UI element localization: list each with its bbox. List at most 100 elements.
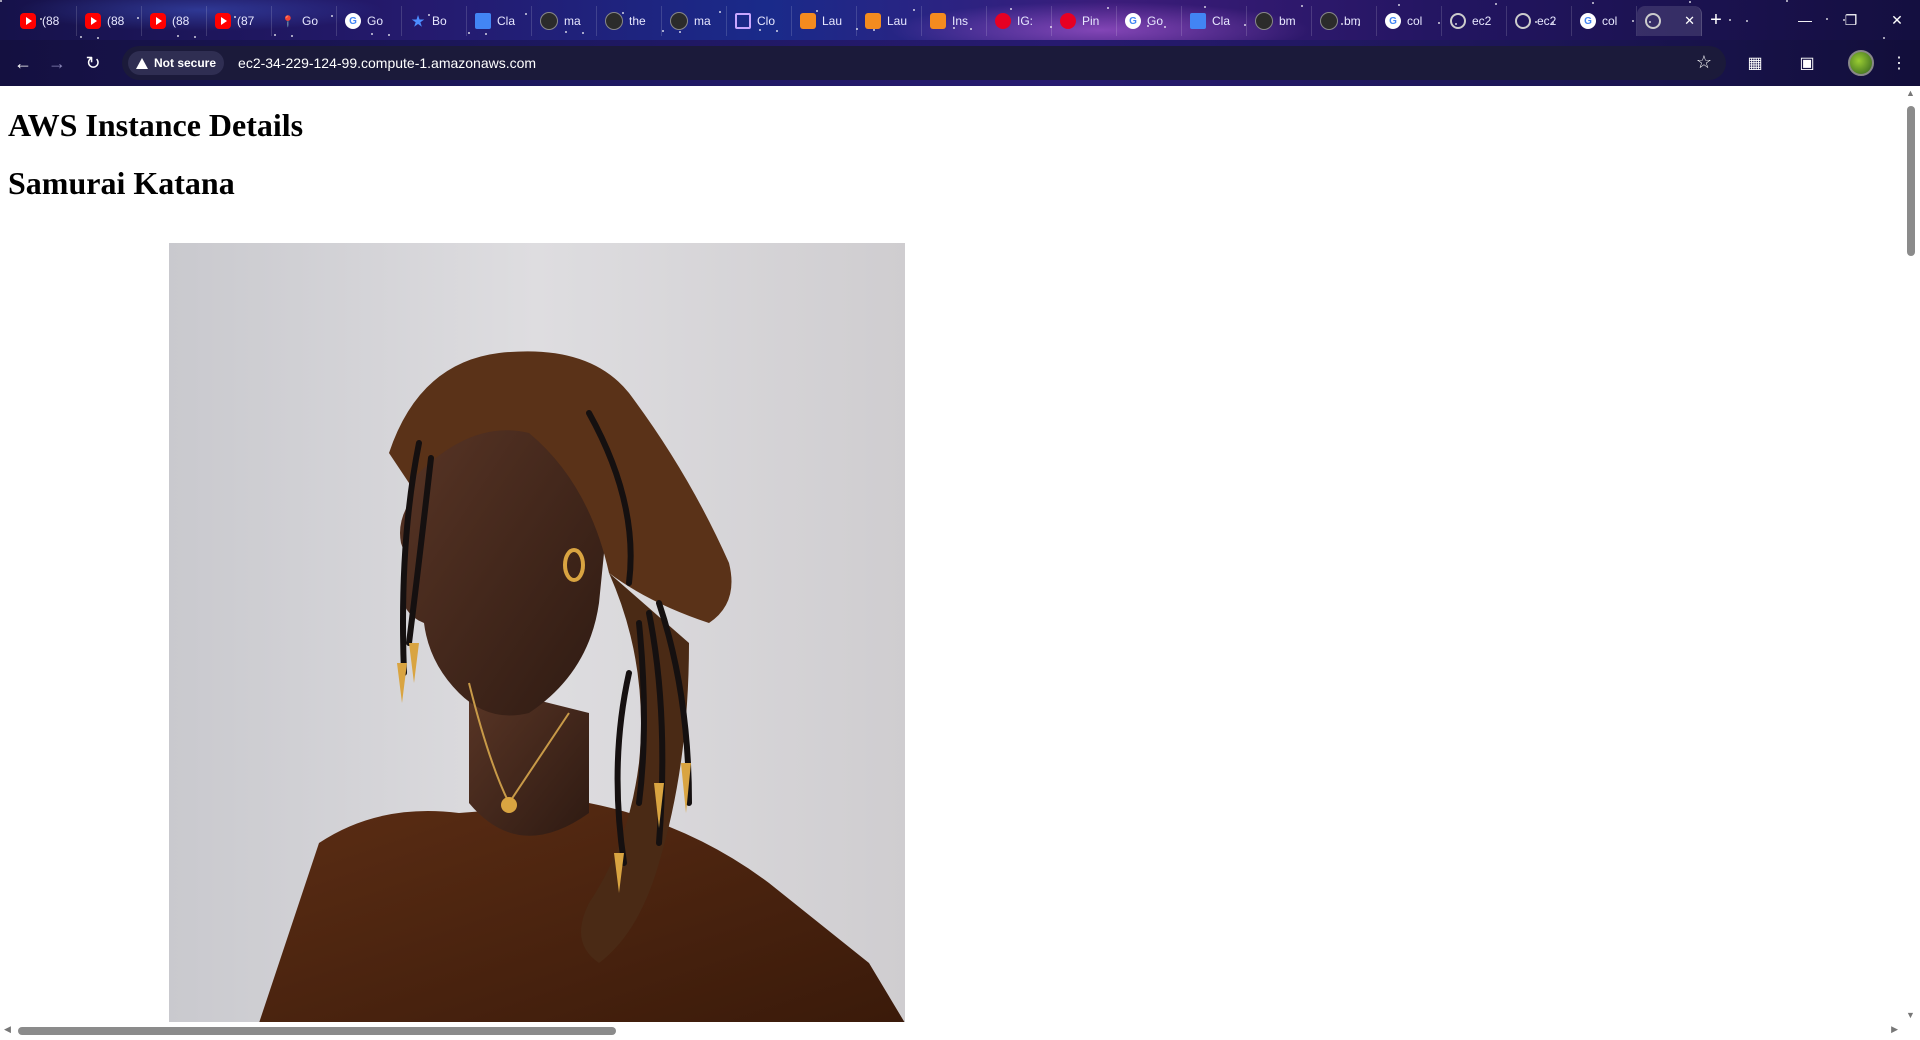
page-title: AWS Instance Details: [8, 107, 304, 143]
browser-tab[interactable]: Ins: [922, 6, 987, 36]
kebab-menu-icon: ⋮: [1891, 55, 1907, 72]
tab-label: bm: [1344, 14, 1361, 28]
portrait-image: [169, 243, 905, 1022]
tab-label: bm: [1279, 14, 1296, 28]
new-tab-button[interactable]: +: [1702, 6, 1730, 34]
pinterest-icon: [995, 13, 1011, 29]
puzzle-icon: ▦: [1747, 55, 1763, 72]
background-star: [1495, 3, 1497, 5]
bookmark-star-icon[interactable]: ☆: [1696, 52, 1712, 73]
background-star: [1689, 1, 1691, 3]
browser-tab[interactable]: bm: [1247, 6, 1312, 36]
close-window-button[interactable]: ✕: [1874, 0, 1920, 40]
page-viewport: AWS Instance Details Samurai Katana: [0, 86, 1902, 1022]
browser-tab[interactable]: ✕: [1637, 6, 1702, 36]
warning-icon: [136, 57, 148, 69]
tab-label: col: [1407, 14, 1423, 28]
browser-tab[interactable]: (88: [77, 6, 142, 36]
browser-tab[interactable]: Cla: [1182, 6, 1247, 36]
restore-button[interactable]: ❐: [1828, 0, 1874, 40]
vertical-scrollbar[interactable]: ▲ ▼: [1902, 86, 1920, 1022]
address-bar[interactable]: Not secure ec2-34-229-124-99.compute-1.a…: [122, 46, 1726, 80]
background-star: [1746, 20, 1748, 22]
tab-label: Lau: [887, 14, 908, 28]
browser-tab[interactable]: ma: [532, 6, 597, 36]
browser-tab[interactable]: G Go: [1117, 6, 1182, 36]
browser-tab[interactable]: 📍 Go: [272, 6, 337, 36]
back-button[interactable]: ←: [8, 48, 38, 78]
pinterest-icon: [1060, 13, 1076, 29]
launch-icon: [800, 13, 816, 29]
cast-icon: ▣: [1799, 55, 1815, 72]
browser-tab[interactable]: (87: [207, 6, 272, 36]
horizontal-scrollbar[interactable]: ◀ ▶: [0, 1022, 1902, 1040]
cube-icon: [735, 13, 751, 29]
scroll-left-icon[interactable]: ◀: [4, 1024, 11, 1035]
browser-tab[interactable]: ★ Bo: [402, 6, 467, 36]
background-star: [0, 0, 2, 2]
browser-tab[interactable]: G Go: [337, 6, 402, 36]
browser-tab[interactable]: the: [597, 6, 662, 36]
browser-tab[interactable]: Lau: [857, 6, 922, 36]
browser-tab[interactable]: Clo: [727, 6, 792, 36]
github-icon: [605, 12, 623, 30]
tab-label: (88: [42, 14, 60, 28]
tab-label: Go: [302, 14, 319, 28]
tab-label: Bo: [432, 14, 447, 28]
tab-label: the: [629, 14, 646, 28]
security-label: Not secure: [154, 56, 217, 70]
tab-label: (88: [107, 14, 125, 28]
tab-label: Lau: [822, 14, 843, 28]
browser-tab[interactable]: ec2: [1442, 6, 1507, 36]
tab-list: (88 (88 (88 (87 📍 Go G Go ★ Bo Cla ma the ma Clo Lau Lau…: [12, 6, 1730, 36]
tab-label: Go: [1147, 14, 1164, 28]
menu-button[interactable]: ⋮: [1884, 48, 1914, 78]
scroll-right-icon[interactable]: ▶: [1891, 1024, 1898, 1035]
google-icon: G: [345, 13, 361, 29]
arrow-right-icon: →: [48, 52, 66, 73]
tab-label: Clo: [757, 14, 776, 28]
browser-tab[interactable]: IG:: [987, 6, 1052, 36]
tab-label: ec2: [1537, 14, 1557, 28]
browser-tab[interactable]: (88: [12, 6, 77, 36]
youtube-icon: [85, 13, 101, 29]
browser-tab[interactable]: Lau: [792, 6, 857, 36]
browser-tab[interactable]: ma: [662, 6, 727, 36]
browser-tab[interactable]: Gcol: [1572, 6, 1637, 36]
tab-label: ma: [694, 14, 711, 28]
extensions-button[interactable]: ▦: [1740, 48, 1770, 78]
url-text[interactable]: ec2-34-229-124-99.compute-1.amazonaws.co…: [238, 55, 536, 71]
browser-tab[interactable]: Cla: [467, 6, 532, 36]
horizontal-scroll-thumb[interactable]: [18, 1027, 616, 1035]
tab-label: Ins: [952, 14, 969, 28]
media-button[interactable]: ▣: [1792, 48, 1822, 78]
vertical-scroll-thumb[interactable]: [1907, 106, 1915, 256]
reload-button[interactable]: ↻: [78, 48, 108, 78]
maps-icon: 📍: [281, 15, 295, 28]
forward-button[interactable]: →: [42, 48, 72, 78]
background-star: [97, 37, 99, 39]
browser-tab[interactable]: Pin: [1052, 6, 1117, 36]
docs-icon: [475, 13, 491, 29]
youtube-icon: [215, 13, 231, 29]
github-icon: [670, 12, 688, 30]
browser-tab[interactable]: Gcol: [1377, 6, 1442, 36]
browser-tab[interactable]: (88: [142, 6, 207, 36]
scroll-up-icon[interactable]: ▲: [1906, 88, 1915, 98]
globe-icon: [1450, 13, 1466, 29]
minimize-button[interactable]: —: [1782, 0, 1828, 40]
youtube-icon: [20, 13, 36, 29]
globe-icon: [1515, 13, 1531, 29]
tab-label: (87: [237, 14, 255, 28]
security-chip[interactable]: Not secure: [128, 51, 225, 75]
scroll-down-icon[interactable]: ▼: [1906, 1010, 1915, 1020]
tab-label: Pin: [1082, 14, 1100, 28]
tab-strip: (88 (88 (88 (87 📍 Go G Go ★ Bo Cla ma the ma Clo Lau Lau…: [0, 0, 1920, 40]
tab-label: Go: [367, 14, 384, 28]
background-star: [1592, 2, 1594, 4]
profile-button[interactable]: [1846, 48, 1876, 78]
browser-tab[interactable]: ec2: [1507, 6, 1572, 36]
close-tab-icon[interactable]: ✕: [1684, 13, 1695, 29]
arrow-left-icon: ←: [14, 52, 32, 73]
browser-tab[interactable]: bm: [1312, 6, 1377, 36]
